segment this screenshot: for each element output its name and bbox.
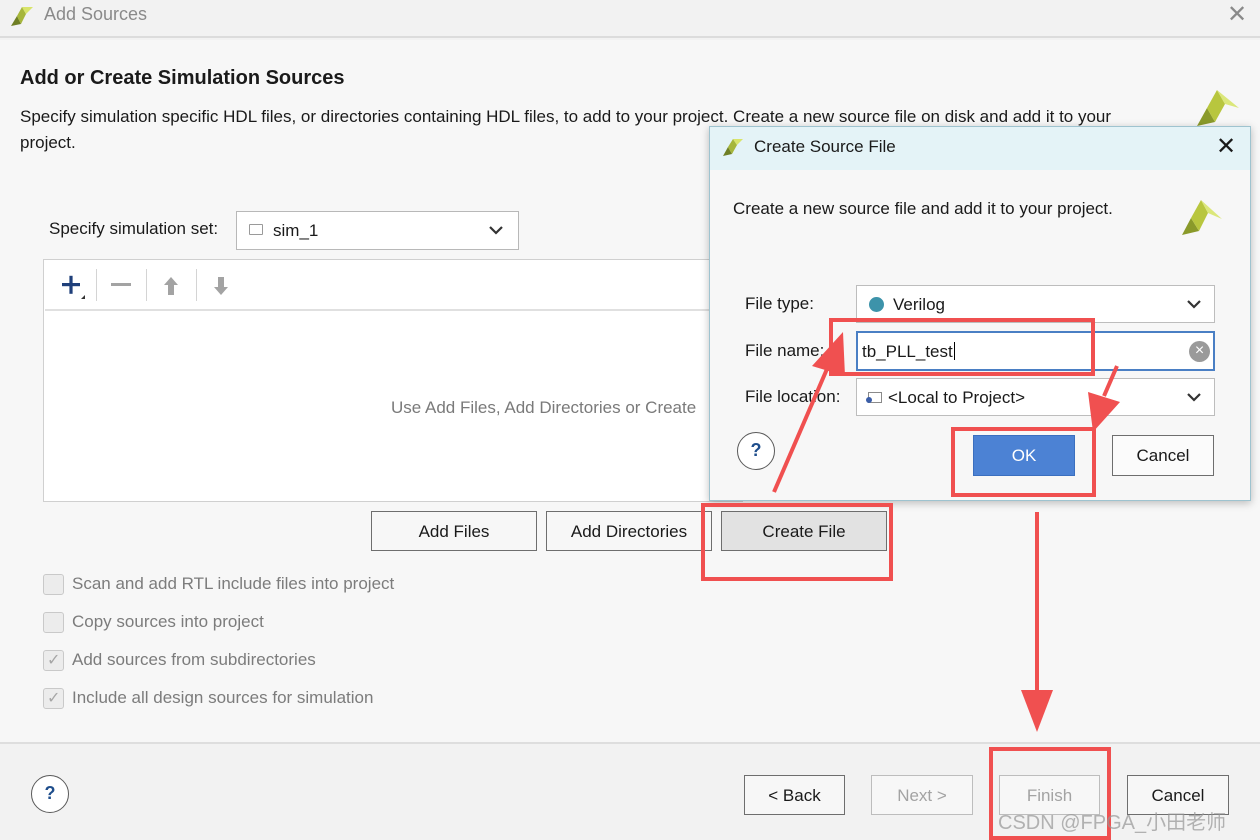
annotation-arrows [772, 332, 1120, 732]
arrow-head-file-name [812, 332, 845, 376]
watermark-text: CSDN @FPGA_小田老师 [998, 812, 1227, 834]
arrow-to-ok [1102, 365, 1119, 397]
arrow-head-ok [1088, 392, 1120, 432]
arrow-head-finish [1021, 690, 1053, 732]
arrow-to-file-name [772, 361, 832, 493]
